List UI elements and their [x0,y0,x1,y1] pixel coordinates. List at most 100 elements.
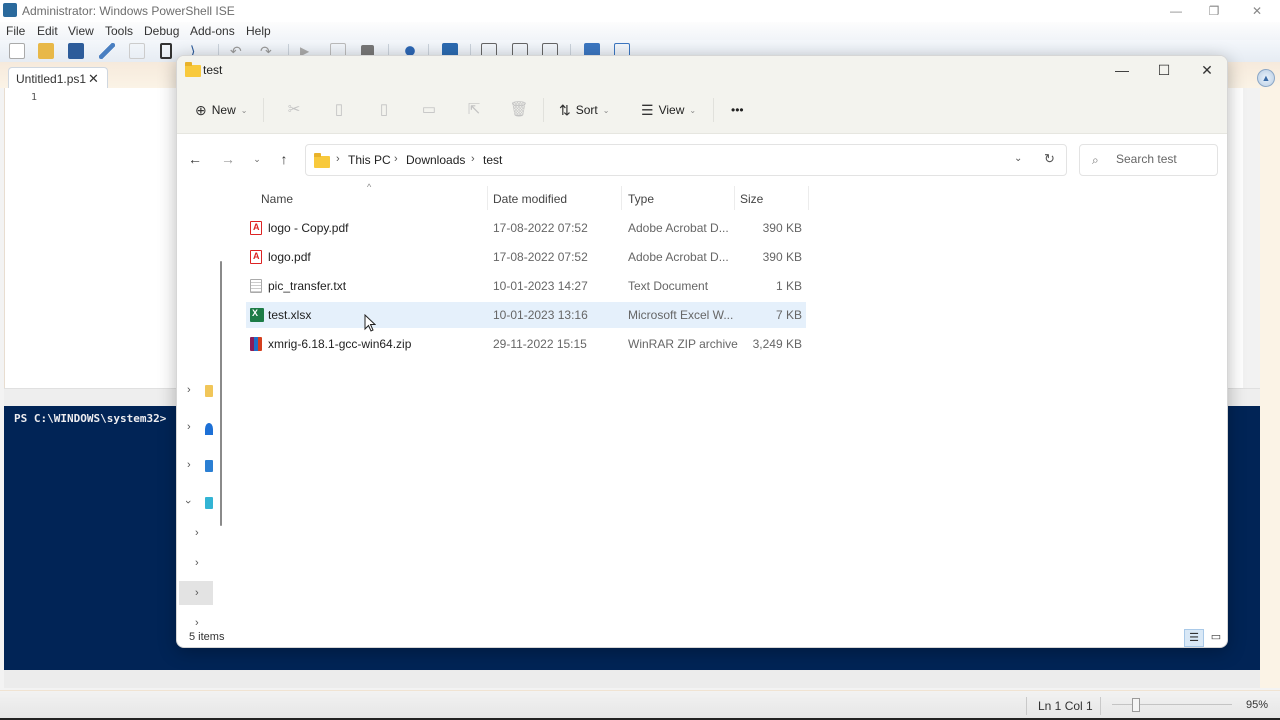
copy-icon[interactable]: ▯ [329,100,349,120]
script-vertical-scrollbar[interactable] [1243,88,1260,406]
open-file-icon[interactable] [38,43,54,59]
file-name: xmrig-6.18.1-gcc-win64.zip [268,337,412,351]
plus-circle-icon: ⊕ [195,101,207,118]
tree-expand-chevron-icon[interactable]: › [187,384,191,396]
copy-icon[interactable] [129,43,145,59]
breadcrumb-this-pc[interactable]: This PC [348,153,391,167]
delete-icon[interactable]: 🗑 [509,100,529,120]
view-button[interactable]: ☰ View ⌄ [641,100,696,120]
file-date-modified: 17-08-2022 07:52 [493,221,588,235]
file-row[interactable]: test.xlsx 10-01-2023 13:16 Microsoft Excel… [246,302,806,328]
ise-close-button[interactable]: ✕ [1247,2,1267,20]
explorer-header: test — ☐ ✕ ⊕ New ⌄ ✂ ▯ ▯ ▭ ⇱ 🗑 ⇅ Sort ⌄ … [177,56,1227,134]
menu-view[interactable]: View [68,24,94,38]
breadcrumb-downloads[interactable]: Downloads [406,153,465,167]
column-separator[interactable] [808,186,809,210]
tree-expand-chevron-icon[interactable]: › [195,617,199,629]
details-view-button[interactable]: ☰ [1184,629,1204,647]
column-separator[interactable] [487,186,488,210]
menu-tools[interactable]: Tools [105,24,133,38]
zoom-level: 95% [1246,699,1269,711]
share-icon[interactable]: ⇱ [464,100,484,120]
recent-locations-button[interactable]: ⌄ [247,149,267,169]
new-file-icon[interactable] [9,43,25,59]
folder-icon [314,153,330,168]
more-options-button[interactable]: ••• [731,100,744,120]
item-count: 5 items [189,631,225,643]
folder-icon [185,62,201,77]
tree-expand-chevron-icon[interactable]: › [195,557,199,569]
ise-minimize-button[interactable]: — [1166,2,1186,20]
address-bar[interactable]: › This PC › Downloads › test ⌄ ↻ [305,144,1067,176]
up-button[interactable]: ↑ [274,149,294,169]
menu-debug[interactable]: Debug [144,24,179,38]
pdf-file-icon [250,221,262,235]
column-header-size[interactable]: Size [740,192,763,206]
paste-icon[interactable] [160,43,172,59]
tree-expand-chevron-icon[interactable]: › [195,587,199,599]
forward-button[interactable]: → [218,149,238,169]
menu-file[interactable]: File [6,24,25,38]
refresh-icon[interactable]: ↻ [1044,151,1055,167]
tab-untitled1[interactable]: Untitled1.ps1 ✕ [8,67,108,89]
pdf-file-icon [250,250,262,264]
file-row[interactable]: logo - Copy.pdf 17-08-2022 07:52 Adobe Acr… [246,215,806,241]
more-icon: ••• [731,103,744,117]
search-icon: ⌕ [1092,153,1099,167]
file-row[interactable]: logo.pdf 17-08-2022 07:52 Adobe Acrobat D.… [246,244,806,270]
zip-file-icon [250,337,262,351]
tree-expand-chevron-icon[interactable]: › [195,527,199,539]
cut-icon[interactable]: ✂ [284,100,304,120]
explorer-minimize-button[interactable]: — [1107,60,1137,80]
cut-icon[interactable] [99,43,115,59]
breadcrumb-test[interactable]: test [483,153,502,167]
tab-close-icon[interactable]: ✕ [88,71,99,87]
file-date-modified: 10-01-2023 13:16 [493,308,588,322]
new-button[interactable]: ⊕ New ⌄ [195,100,247,120]
file-row[interactable]: pic_transfer.txt 10-01-2023 14:27 Text Doc… [246,273,806,299]
search-input[interactable] [1116,152,1214,166]
ise-restore-button[interactable]: ❐ [1204,2,1224,20]
ise-window-title: Administrator: Windows PowerShell ISE [22,4,235,18]
breadcrumb-separator: › [336,153,340,165]
file-explorer-window: test — ☐ ✕ ⊕ New ⌄ ✂ ▯ ▯ ▭ ⇱ 🗑 ⇅ Sort ⌄ … [176,55,1228,648]
file-type: Text Document [628,279,709,293]
navigation-pane-scrollbar[interactable] [220,261,222,526]
search-box[interactable]: ⌕ [1079,144,1218,176]
column-header-name[interactable]: Name [261,192,293,206]
rename-icon[interactable]: ▭ [419,100,439,120]
menu-edit[interactable]: Edit [37,24,58,38]
tree-collapse-chevron-icon[interactable]: › [182,500,194,504]
menu-addons[interactable]: Add-ons [190,24,235,38]
file-row[interactable]: xmrig-6.18.1-gcc-win64.zip 29-11-2022 15:… [246,331,806,357]
save-icon[interactable] [68,43,84,59]
explorer-close-button[interactable]: ✕ [1192,60,1222,80]
txt-file-icon [250,279,262,293]
back-button[interactable]: ← [185,149,205,169]
command-separator [543,98,544,122]
column-header-type[interactable]: Type [628,192,654,206]
file-type: Adobe Acrobat D... [628,250,729,264]
menu-help[interactable]: Help [246,24,271,38]
file-size: 1 KB [775,279,802,293]
collapse-script-pane-button[interactable]: ▲ [1257,69,1275,87]
sort-button[interactable]: ⇅ Sort ⌄ [559,100,609,120]
zoom-slider-track[interactable] [1112,704,1232,705]
ise-right-gutter [1260,88,1280,688]
address-history-chevron-icon[interactable]: ⌄ [1014,153,1022,164]
quick-access-icon [205,385,213,397]
ise-status-bar: Ln 1 Col 1 95% [0,690,1280,718]
breadcrumb-separator: › [394,153,398,165]
status-separator [1100,697,1101,715]
tree-expand-chevron-icon[interactable]: › [187,459,191,471]
column-separator[interactable] [734,186,735,210]
paste-icon[interactable]: ▯ [374,100,394,120]
column-separator[interactable] [621,186,622,210]
zoom-slider-thumb[interactable] [1132,698,1140,712]
explorer-maximize-button[interactable]: ☐ [1149,60,1179,80]
file-name: logo.pdf [268,250,311,264]
column-header-date-modified[interactable]: Date modified [493,192,567,206]
large-icons-view-button[interactable]: ▭ [1207,629,1225,647]
console-horizontal-scrollbar[interactable] [4,670,1260,688]
tree-expand-chevron-icon[interactable]: › [187,421,191,433]
